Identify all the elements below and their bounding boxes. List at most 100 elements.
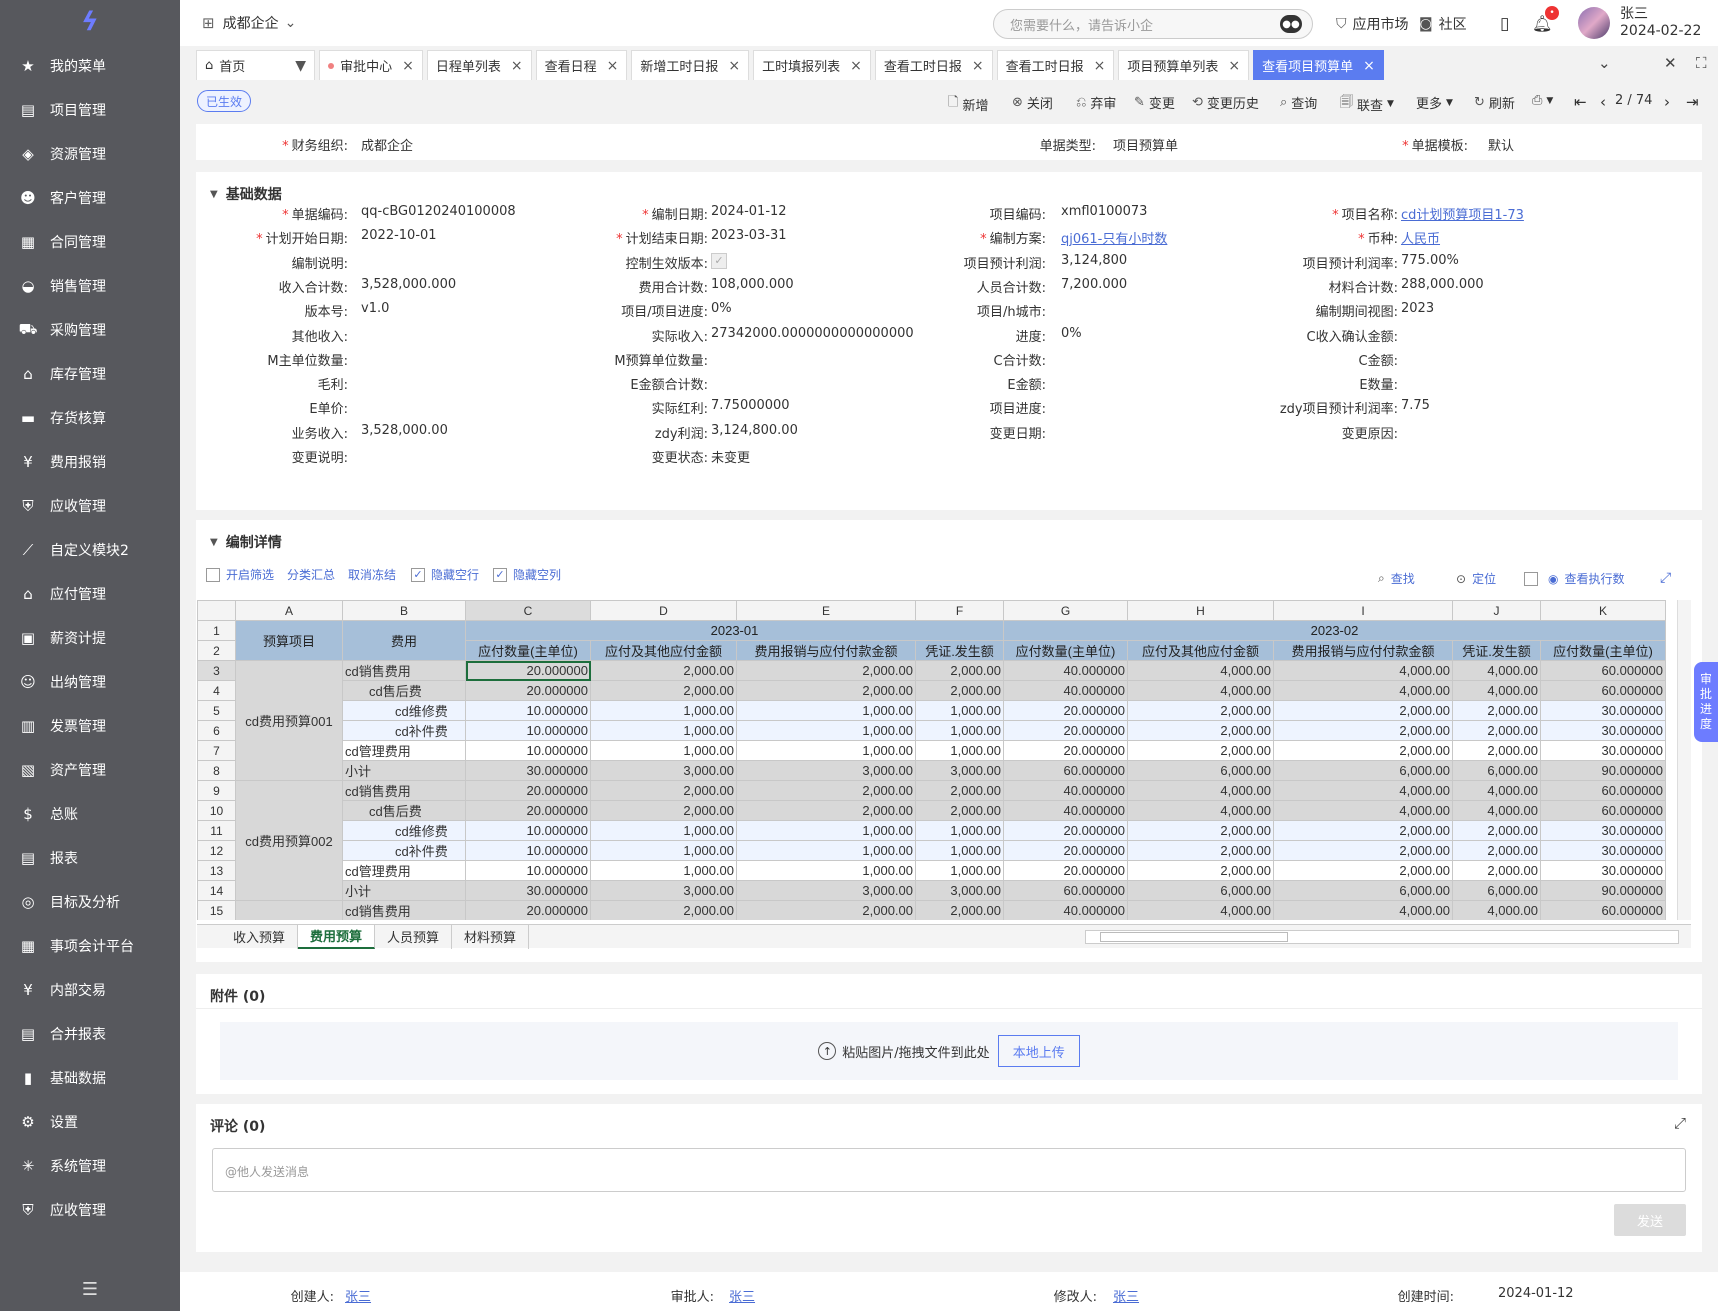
value-cell[interactable]: 30.000000: [1540, 700, 1666, 721]
value-cell[interactable]: 90.000000: [1540, 760, 1666, 781]
value-cell[interactable]: 4,000.00: [1127, 660, 1274, 681]
approval-progress-tab[interactable]: 审 批 进 度: [1694, 662, 1718, 742]
scroll-thumb[interactable]: [1100, 932, 1288, 942]
value-cell[interactable]: 1,000.00: [915, 720, 1004, 741]
value-cell[interactable]: 4,000.00: [1273, 800, 1453, 821]
close-all-tabs-icon[interactable]: ✕: [1664, 54, 1677, 72]
horizontal-scrollbar[interactable]: [1085, 930, 1679, 944]
org-switcher[interactable]: ⊞ 成都企企 ⌄: [202, 13, 296, 33]
sidebar-item[interactable]: ☻ 客户管理: [0, 176, 180, 220]
sidebar-item[interactable]: ◒ 销售管理: [0, 264, 180, 308]
close-icon[interactable]: ×: [1228, 58, 1240, 74]
value-cell[interactable]: 2,000.00: [1452, 860, 1541, 881]
value-cell[interactable]: 20.000000: [465, 680, 591, 701]
app-logo[interactable]: ϟ: [0, 0, 180, 44]
value-cell[interactable]: 2,000.00: [915, 780, 1004, 801]
close-icon[interactable]: ×: [607, 58, 619, 74]
section-header-detail[interactable]: ▼ 编制详情: [210, 532, 282, 552]
value-cell[interactable]: 20.000000: [1003, 820, 1128, 841]
value-cell[interactable]: 30.000000: [1540, 720, 1666, 741]
more-button[interactable]: 更多 ▼: [1416, 93, 1453, 112]
value-cell[interactable]: 4,000.00: [1452, 780, 1541, 801]
sidebar-item[interactable]: ☺ 出纳管理: [0, 660, 180, 704]
value-cell[interactable]: 6,000.00: [1127, 880, 1274, 901]
expense-cell[interactable]: cd管理费用: [342, 740, 466, 761]
fullscreen-icon[interactable]: ⛶: [1696, 54, 1707, 72]
chevron-down-icon[interactable]: ▼: [295, 58, 306, 74]
sidebar-item[interactable]: ▮ 基础数据: [0, 1056, 180, 1100]
value-cell[interactable]: 6,000.00: [1273, 880, 1453, 901]
refresh-button[interactable]: ↻ 刷新: [1474, 93, 1515, 112]
value-cell[interactable]: 60.000000: [1003, 760, 1128, 781]
value-cell[interactable]: 2,000.00: [1127, 700, 1274, 721]
value-cell[interactable]: 20.000000: [1003, 860, 1128, 881]
value-cell[interactable]: 40.000000: [1003, 660, 1128, 681]
modifier-link[interactable]: 张三: [1113, 1286, 1139, 1305]
value-cell[interactable]: 20.000000: [465, 900, 591, 920]
budget-group-cell[interactable]: cd费用预算002: [235, 780, 343, 901]
linked-query-button[interactable]: 🗐︎ 联查 ▼: [1340, 93, 1394, 115]
sheet-tab[interactable]: 人员预算: [375, 924, 453, 949]
value-cell[interactable]: 3,000.00: [590, 880, 737, 901]
value-cell[interactable]: 3,000.00: [736, 760, 916, 781]
row-number[interactable]: 10: [197, 800, 236, 821]
value-cell[interactable]: 1,000.00: [736, 720, 916, 741]
sidebar-item[interactable]: ▦ 合同管理: [0, 220, 180, 264]
row-number[interactable]: 6: [197, 720, 236, 741]
close-icon[interactable]: ×: [511, 58, 523, 74]
sidebar-item[interactable]: ¥ 内部交易: [0, 968, 180, 1012]
value-cell[interactable]: 2,000.00: [1127, 820, 1274, 841]
value-cell[interactable]: 1,000.00: [590, 700, 737, 721]
app-market-link[interactable]: ⛉ 应用市场: [1336, 14, 1409, 34]
checkbox-checked[interactable]: ✓: [493, 567, 507, 582]
value-cell[interactable]: 60.000000: [1540, 800, 1666, 821]
creator-link[interactable]: 张三: [345, 1286, 371, 1305]
value-cell[interactable]: 10.000000: [465, 860, 591, 881]
field-link[interactable]: cd计划预算项目1-73: [1401, 204, 1524, 223]
value-cell[interactable]: 1,000.00: [915, 740, 1004, 761]
value-cell[interactable]: 4,000.00: [1127, 680, 1274, 701]
print-button[interactable]: ⎙ ▼: [1532, 93, 1553, 108]
view-executed-option[interactable]: ◉ 查看执行数: [1524, 570, 1625, 587]
comment-input[interactable]: @他人发送消息: [212, 1148, 1686, 1192]
avatar[interactable]: [1578, 7, 1610, 39]
value-cell[interactable]: 4,000.00: [1452, 680, 1541, 701]
close-button[interactable]: ⊗ 关闭: [1012, 93, 1053, 112]
value-cell[interactable]: 4,000.00: [1273, 660, 1453, 681]
sidebar-item[interactable]: ◎ 目标及分析: [0, 880, 180, 924]
value-cell[interactable]: 4,000.00: [1452, 900, 1541, 920]
value-cell[interactable]: 2,000.00: [1273, 700, 1453, 721]
value-cell[interactable]: 2,000.00: [1452, 700, 1541, 721]
unfreeze-option[interactable]: 取消冻结: [348, 566, 396, 583]
tab-item[interactable]: 查看工时日报 ×: [874, 50, 993, 80]
value-cell[interactable]: 20.000000: [1003, 700, 1128, 721]
sheet-tab[interactable]: 费用预算: [298, 924, 376, 949]
value-cell[interactable]: 60.000000: [1003, 880, 1128, 901]
value-cell[interactable]: 1,000.00: [590, 740, 737, 761]
last-page-icon[interactable]: ⇥: [1686, 93, 1699, 111]
value-cell[interactable]: 30.000000: [1540, 840, 1666, 861]
sidebar-item[interactable]: ⛟ 采购管理: [0, 308, 180, 352]
expense-cell[interactable]: cd销售费用: [342, 780, 466, 801]
sidebar-item[interactable]: ▤ 合并报表: [0, 1012, 180, 1056]
add-button[interactable]: 🗋︎ 新增: [948, 93, 988, 115]
value-cell[interactable]: 1,000.00: [915, 860, 1004, 881]
sidebar-item[interactable]: ⚙ 设置: [0, 1100, 180, 1144]
value-cell[interactable]: 10.000000: [465, 720, 591, 741]
budget-group-cell[interactable]: cd费用预算001: [235, 660, 343, 781]
row-number[interactable]: 3: [197, 660, 236, 681]
value-cell[interactable]: 6,000.00: [1452, 760, 1541, 781]
value-cell[interactable]: 4,000.00: [1127, 780, 1274, 801]
sidebar-item[interactable]: ▣ 薪资计提: [0, 616, 180, 660]
budget-group-cell[interactable]: [235, 900, 343, 920]
value-cell[interactable]: 20.000000: [465, 780, 591, 801]
approver-link[interactable]: 张三: [729, 1286, 755, 1305]
value-cell[interactable]: 3,000.00: [590, 760, 737, 781]
value-cell[interactable]: 20.000000: [1003, 740, 1128, 761]
value-cell[interactable]: 1,000.00: [590, 720, 737, 741]
next-page-icon[interactable]: ›: [1664, 93, 1670, 111]
column-letter[interactable]: A: [235, 600, 343, 621]
value-cell[interactable]: 2,000.00: [1127, 840, 1274, 861]
value-cell[interactable]: 60.000000: [1540, 660, 1666, 681]
value-cell[interactable]: 4,000.00: [1273, 900, 1453, 920]
